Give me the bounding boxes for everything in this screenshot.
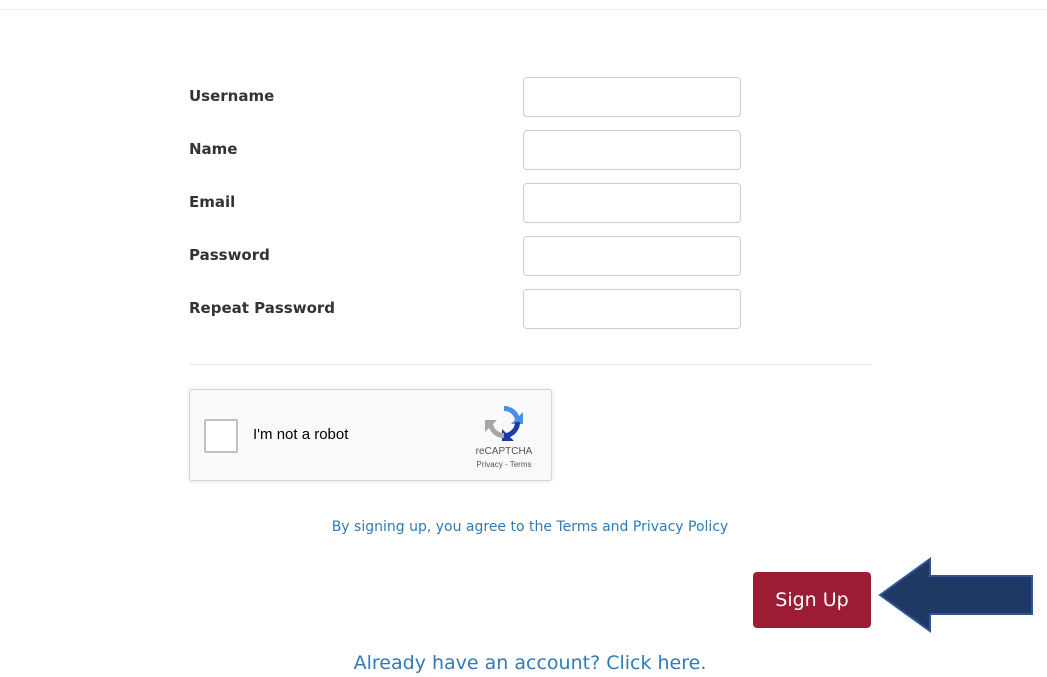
password-label: Password: [189, 246, 270, 264]
password-input[interactable]: [523, 236, 741, 276]
recaptcha-label: I'm not a robot: [253, 426, 349, 443]
repeat-password-row: Repeat Password: [189, 289, 741, 329]
email-label: Email: [189, 193, 236, 211]
form-divider: [189, 364, 871, 365]
recaptcha-widget: I'm not a robot reCAPTCHA Privacy - Term…: [189, 389, 552, 481]
password-row: Password: [189, 236, 741, 276]
sign-up-button[interactable]: Sign Up: [753, 572, 871, 628]
terms-notice[interactable]: By signing up, you agree to the Terms an…: [0, 519, 1047, 535]
name-label: Name: [189, 140, 238, 158]
recaptcha-brand: reCAPTCHA: [475, 446, 533, 457]
repeat-password-label: Repeat Password: [189, 299, 336, 317]
username-input[interactable]: [523, 77, 741, 117]
recaptcha-privacy-terms[interactable]: Privacy - Terms: [460, 460, 548, 469]
email-row: Email: [189, 183, 741, 223]
email-input[interactable]: [523, 183, 741, 223]
username-label: Username: [189, 87, 275, 105]
recaptcha-checkbox[interactable]: [204, 419, 238, 453]
signup-page: Username Name Email Password Repeat Pass…: [0, 0, 1047, 677]
name-row: Name: [189, 130, 741, 170]
repeat-password-input[interactable]: [523, 289, 741, 329]
login-link[interactable]: Already have an account? Click here.: [0, 652, 1047, 674]
arrow-left-icon: [878, 557, 1033, 633]
top-divider: [0, 9, 1047, 10]
recaptcha-logo-icon: [485, 405, 523, 441]
name-input[interactable]: [523, 130, 741, 170]
username-row: Username: [189, 77, 741, 117]
